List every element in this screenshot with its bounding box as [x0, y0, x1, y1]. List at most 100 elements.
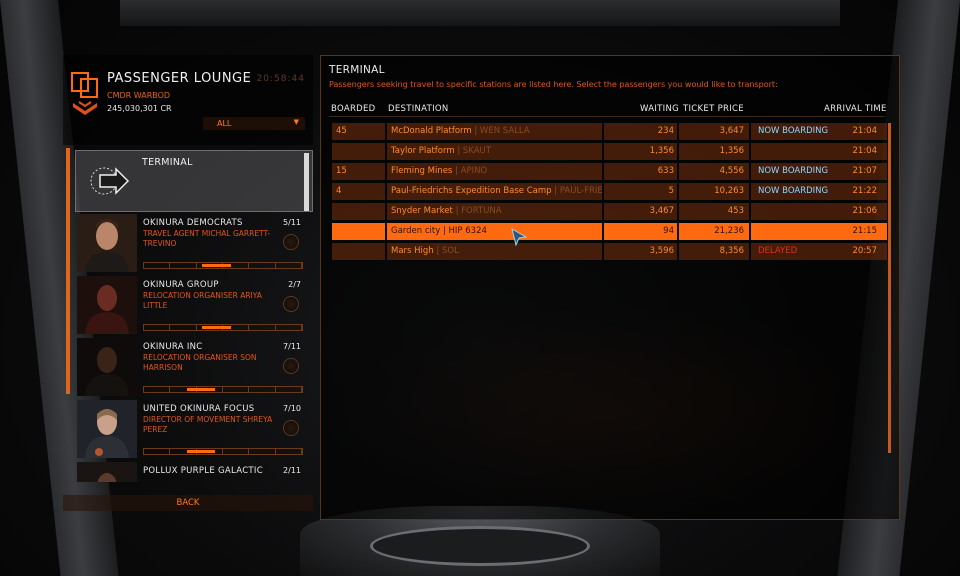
table-row[interactable]: 15 Fleming Mines | APINO 633 4,556 NOW B… [332, 163, 887, 180]
contact-name: POLLUX PURPLE GALACTIC [143, 466, 263, 476]
price-cell: 3,647 [679, 123, 749, 140]
lounge-header: PASSENGER LOUNGE 20:58:44 CMDR WARBOD 24… [63, 55, 313, 145]
sidebar-item-pollux-purple-galactic[interactable]: POLLUX PURPLE GALACTIC 2/11 [75, 460, 313, 482]
status-cell: DELAYED 20:57 [751, 243, 887, 260]
filter-dropdown[interactable]: ALL ▼ [203, 117, 305, 130]
destination-cell: Mars High | SOL [387, 243, 602, 260]
agent-portrait [77, 462, 137, 482]
faction-badge-icon [283, 358, 299, 374]
commander-name: CMDR WARBOD [107, 91, 171, 100]
status-cell: 21:15 [751, 223, 887, 240]
system-name: | FORTUNA [455, 206, 502, 216]
back-button[interactable]: BACK [63, 495, 313, 511]
status-label: DELAYED [758, 246, 798, 256]
lounge-panel: PASSENGER LOUNGE 20:58:44 CMDR WARBOD 24… [63, 55, 313, 517]
waiting-cell: 94 [604, 223, 677, 240]
waiting-cell: 1,356 [604, 143, 677, 160]
price-cell: 10,263 [679, 183, 749, 200]
table-row[interactable]: 4 Paul-Friedrichs Expedition Base Camp |… [332, 183, 887, 200]
sidebar-item-okinura-group[interactable]: OKINURA GROUP RELOCATION ORGANISER ARIYA… [75, 274, 313, 336]
system-name: | SKAUT [457, 146, 491, 156]
price-cell: 8,356 [679, 243, 749, 260]
sidebar-item-okinura-inc[interactable]: OKINURA INC RELOCATION ORGANISER SON HAR… [75, 336, 313, 398]
system-name: | HIP 6324 [442, 226, 487, 236]
faction-badge-icon [283, 296, 299, 312]
arrival-time: 21:04 [852, 146, 878, 156]
filter-value: ALL [217, 119, 232, 128]
contact-role: RELOCATION ORGANISER ARIYA LITTLE [143, 291, 262, 310]
terminal-label: TERMINAL [142, 157, 193, 168]
contact-role: RELOCATION ORGANISER SON HARRISON [143, 353, 257, 372]
station-name: Garden city [391, 226, 441, 236]
sidebar-item-okinura-democrats[interactable]: OKINURA DEMOCRATS TRAVEL AGENT MICHAL GA… [75, 212, 313, 274]
chevron-down-icon: ▼ [293, 118, 299, 126]
waiting-cell: 234 [604, 123, 677, 140]
column-header-arrival-time[interactable]: ARRIVAL TIME [824, 104, 887, 114]
contact-name: UNITED OKINURA FOCUS [143, 404, 255, 414]
mission-count: 7/11 [283, 342, 301, 351]
lounge-clock: 20:58:44 [256, 74, 305, 84]
column-header-destination[interactable]: DESTINATION [388, 104, 449, 114]
lounge-title: PASSENGER LOUNGE [107, 71, 252, 86]
mission-count: 2/7 [288, 280, 301, 289]
price-cell: 1,356 [679, 143, 749, 160]
reputation-bar [143, 448, 303, 455]
sidebar-item-united-okinura-focus[interactable]: UNITED OKINURA FOCUS DIRECTOR OF MOVEMEN… [75, 398, 313, 460]
status-cell: 21:04 [751, 143, 887, 160]
status-label: NOW BOARDING [758, 186, 829, 196]
boarded-cell [332, 243, 385, 260]
status-label: NOW BOARDING [758, 166, 829, 176]
faction-badge-icon [283, 234, 299, 250]
arrival-time: 21:22 [852, 186, 878, 196]
station-name: Snyder Market [391, 206, 453, 216]
boarded-cell: 15 [332, 163, 385, 180]
reputation-bar [143, 262, 303, 269]
destination-cell: Snyder Market | FORTUNA [387, 203, 602, 220]
mission-count: 7/10 [283, 404, 301, 413]
sidebar-item-terminal[interactable]: TERMINAL [75, 150, 313, 212]
arrival-time: 20:57 [852, 246, 878, 256]
table-row[interactable]: Mars High | SOL 3,596 8,356 DELAYED 20:57 [332, 243, 887, 260]
column-header-waiting[interactable]: WAITING [640, 104, 679, 114]
system-name: | SOL [436, 246, 459, 256]
waiting-cell: 5 [604, 183, 677, 200]
contact-name: OKINURA INC [143, 342, 203, 352]
credits-balance: 245,030,301 CR [107, 104, 172, 113]
price-cell: 453 [679, 203, 749, 220]
status-cell: NOW BOARDING 21:22 [751, 183, 887, 200]
waiting-cell: 3,467 [604, 203, 677, 220]
mission-count: 2/11 [283, 466, 301, 475]
boarded-cell [332, 223, 385, 240]
status-cell: NOW BOARDING 21:04 [751, 123, 887, 140]
mission-list: TERMINAL OKINURA DEMOCRATS TRAVEL AGENT … [63, 148, 313, 482]
arrival-time: 21:04 [852, 126, 878, 136]
price-cell: 4,556 [679, 163, 749, 180]
status-cell: 21:06 [751, 203, 887, 220]
contact-name: OKINURA GROUP [143, 280, 219, 290]
table-row[interactable]: Garden city | HIP 6324 94 21,236 21:15 [332, 223, 887, 240]
mission-count: 5/11 [283, 218, 301, 227]
table-scrollbar[interactable] [888, 123, 891, 453]
column-header-ticket-price[interactable]: TICKET PRICE [683, 104, 744, 114]
table-row[interactable]: Taylor Platform | SKAUT 1,356 1,356 21:0… [332, 143, 887, 160]
list-rail [66, 148, 70, 394]
boarded-cell: 45 [332, 123, 385, 140]
waiting-cell: 3,596 [604, 243, 677, 260]
column-header-boarded[interactable]: BOARDED [331, 104, 376, 114]
mouse-cursor-icon [511, 228, 527, 246]
contact-name: OKINURA DEMOCRATS [143, 218, 243, 228]
terminal-title: TERMINAL [329, 64, 385, 76]
status-label: NOW BOARDING [758, 126, 829, 136]
table-row[interactable]: 45 McDonald Platform | WEN SALLA 234 3,6… [332, 123, 887, 140]
terminal-panel: TERMINAL Passengers seeking travel to sp… [320, 55, 900, 520]
faction-badge-icon [283, 420, 299, 436]
table-row[interactable]: Snyder Market | FORTUNA 3,467 453 21:06 [332, 203, 887, 220]
lounge-icon [71, 72, 98, 115]
waiting-cell: 633 [604, 163, 677, 180]
destination-cell: Taylor Platform | SKAUT [387, 143, 602, 160]
arrival-time: 21:07 [852, 166, 878, 176]
terminal-subtitle: Passengers seeking travel to specific st… [329, 80, 778, 89]
arrival-time: 21:15 [852, 226, 878, 236]
header-divider [329, 116, 885, 117]
list-scrollbar[interactable] [304, 153, 309, 211]
